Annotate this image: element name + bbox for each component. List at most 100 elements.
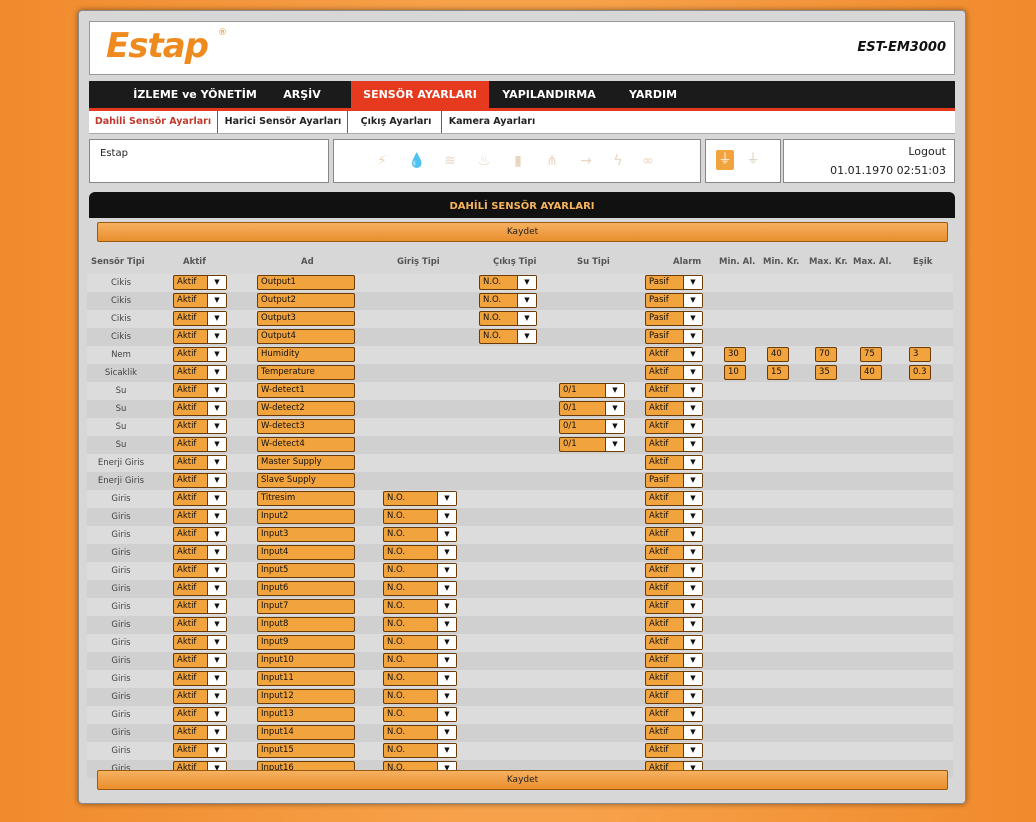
threshold-input[interactable]: 30 xyxy=(724,347,746,362)
giris-tipi-select[interactable]: N.O. ▼ xyxy=(383,545,457,560)
save-button-top[interactable]: Kaydet xyxy=(97,222,948,242)
aktif-select[interactable]: Aktif ▼ xyxy=(173,275,227,290)
sensor-name-input[interactable]: W-detect1 xyxy=(257,383,355,398)
sensor-name-input[interactable]: Master Supply xyxy=(257,455,355,470)
aktif-select[interactable]: Aktif ▼ xyxy=(173,473,227,488)
aktif-select[interactable]: Aktif ▼ xyxy=(173,527,227,542)
sensor-name-input[interactable]: W-detect4 xyxy=(257,437,355,452)
aktif-select[interactable]: Aktif ▼ xyxy=(173,545,227,560)
alarm-select[interactable]: Aktif ▼ xyxy=(645,383,703,398)
tab-cikis-ayarlari[interactable]: Çıkış Ayarları xyxy=(351,111,442,133)
cikis-tipi-select[interactable]: N.O. ▼ xyxy=(479,329,537,344)
alarm-select[interactable]: Aktif ▼ xyxy=(645,437,703,452)
aktif-select[interactable]: Aktif ▼ xyxy=(173,491,227,506)
threshold-input[interactable]: 3 xyxy=(909,347,931,362)
alarm-select[interactable]: Aktif ▼ xyxy=(645,527,703,542)
alarm-select[interactable]: Aktif ▼ xyxy=(645,635,703,650)
su-tipi-select[interactable]: 0/1 ▼ xyxy=(559,437,625,452)
aktif-select[interactable]: Aktif ▼ xyxy=(173,563,227,578)
alarm-select[interactable]: Aktif ▼ xyxy=(645,545,703,560)
sensor-name-input[interactable]: Input7 xyxy=(257,599,355,614)
threshold-input[interactable]: 40 xyxy=(767,347,789,362)
cikis-tipi-select[interactable]: N.O. ▼ xyxy=(479,275,537,290)
aktif-select[interactable]: Aktif ▼ xyxy=(173,509,227,524)
sensor-name-input[interactable]: Input13 xyxy=(257,707,355,722)
alarm-select[interactable]: Aktif ▼ xyxy=(645,743,703,758)
sensor-name-input[interactable]: Temperature xyxy=(257,365,355,380)
threshold-input[interactable]: 40 xyxy=(860,365,882,380)
aktif-select[interactable]: Aktif ▼ xyxy=(173,743,227,758)
alarm-select[interactable]: Pasif ▼ xyxy=(645,275,703,290)
sensor-name-input[interactable]: Output2 xyxy=(257,293,355,308)
threshold-input[interactable]: 70 xyxy=(815,347,837,362)
alarm-select[interactable]: Aktif ▼ xyxy=(645,707,703,722)
alarm-select[interactable]: Pasif ▼ xyxy=(645,293,703,308)
nav-yapilandirma[interactable]: YAPILANDIRMA xyxy=(491,81,607,108)
nav-yardim[interactable]: YARDIM xyxy=(623,81,683,108)
threshold-input[interactable]: 10 xyxy=(724,365,746,380)
giris-tipi-select[interactable]: N.O. ▼ xyxy=(383,581,457,596)
alarm-select[interactable]: Aktif ▼ xyxy=(645,689,703,704)
threshold-input[interactable]: 0.3 xyxy=(909,365,931,380)
sensor-name-input[interactable]: Input11 xyxy=(257,671,355,686)
alarm-select[interactable]: Aktif ▼ xyxy=(645,347,703,362)
aktif-select[interactable]: Aktif ▼ xyxy=(173,653,227,668)
sensor-name-input[interactable]: Input5 xyxy=(257,563,355,578)
aktif-select[interactable]: Aktif ▼ xyxy=(173,383,227,398)
threshold-input[interactable]: 35 xyxy=(815,365,837,380)
alarm-select[interactable]: Aktif ▼ xyxy=(645,599,703,614)
alarm-select[interactable]: Pasif ▼ xyxy=(645,473,703,488)
aktif-select[interactable]: Aktif ▼ xyxy=(173,599,227,614)
giris-tipi-select[interactable]: N.O. ▼ xyxy=(383,653,457,668)
giris-tipi-select[interactable]: N.O. ▼ xyxy=(383,599,457,614)
alarm-select[interactable]: Aktif ▼ xyxy=(645,491,703,506)
su-tipi-select[interactable]: 0/1 ▼ xyxy=(559,401,625,416)
su-tipi-select[interactable]: 0/1 ▼ xyxy=(559,419,625,434)
giris-tipi-select[interactable]: N.O. ▼ xyxy=(383,743,457,758)
aktif-select[interactable]: Aktif ▼ xyxy=(173,347,227,362)
aktif-select[interactable]: Aktif ▼ xyxy=(173,293,227,308)
giris-tipi-select[interactable]: N.O. ▼ xyxy=(383,635,457,650)
alarm-select[interactable]: Aktif ▼ xyxy=(645,509,703,524)
giris-tipi-select[interactable]: N.O. ▼ xyxy=(383,671,457,686)
alarm-select[interactable]: Aktif ▼ xyxy=(645,725,703,740)
sensor-name-input[interactable]: Input10 xyxy=(257,653,355,668)
aktif-select[interactable]: Aktif ▼ xyxy=(173,401,227,416)
aktif-select[interactable]: Aktif ▼ xyxy=(173,725,227,740)
sensor-name-input[interactable]: Humidity xyxy=(257,347,355,362)
logout-link[interactable]: Logout xyxy=(908,145,946,158)
alarm-select[interactable]: Aktif ▼ xyxy=(645,419,703,434)
sensor-name-input[interactable]: Output3 xyxy=(257,311,355,326)
giris-tipi-select[interactable]: N.O. ▼ xyxy=(383,527,457,542)
aktif-select[interactable]: Aktif ▼ xyxy=(173,329,227,344)
aktif-select[interactable]: Aktif ▼ xyxy=(173,455,227,470)
alarm-select[interactable]: Pasif ▼ xyxy=(645,311,703,326)
sensor-name-input[interactable]: Input15 xyxy=(257,743,355,758)
threshold-input[interactable]: 15 xyxy=(767,365,789,380)
aktif-select[interactable]: Aktif ▼ xyxy=(173,437,227,452)
aktif-select[interactable]: Aktif ▼ xyxy=(173,689,227,704)
alarm-select[interactable]: Aktif ▼ xyxy=(645,617,703,632)
sensor-name-input[interactable]: W-detect3 xyxy=(257,419,355,434)
sensor-name-input[interactable]: Input12 xyxy=(257,689,355,704)
giris-tipi-select[interactable]: N.O. ▼ xyxy=(383,563,457,578)
cikis-tipi-select[interactable]: N.O. ▼ xyxy=(479,293,537,308)
alarm-select[interactable]: Aktif ▼ xyxy=(645,401,703,416)
sensor-name-input[interactable]: Input4 xyxy=(257,545,355,560)
sensor-name-input[interactable]: Output1 xyxy=(257,275,355,290)
giris-tipi-select[interactable]: N.O. ▼ xyxy=(383,491,457,506)
cikis-tipi-select[interactable]: N.O. ▼ xyxy=(479,311,537,326)
giris-tipi-select[interactable]: N.O. ▼ xyxy=(383,725,457,740)
aktif-select[interactable]: Aktif ▼ xyxy=(173,419,227,434)
sensor-name-input[interactable]: Slave Supply xyxy=(257,473,355,488)
sensor-name-input[interactable]: Input9 xyxy=(257,635,355,650)
sensor-name-input[interactable]: Input14 xyxy=(257,725,355,740)
alarm-select[interactable]: Aktif ▼ xyxy=(645,365,703,380)
alarm-select[interactable]: Pasif ▼ xyxy=(645,329,703,344)
aktif-select[interactable]: Aktif ▼ xyxy=(173,617,227,632)
sensor-name-input[interactable]: Input6 xyxy=(257,581,355,596)
aktif-select[interactable]: Aktif ▼ xyxy=(173,581,227,596)
sensor-name-input[interactable]: Input2 xyxy=(257,509,355,524)
aktif-select[interactable]: Aktif ▼ xyxy=(173,707,227,722)
tab-kamera-ayarlari[interactable]: Kamera Ayarları xyxy=(445,111,539,133)
